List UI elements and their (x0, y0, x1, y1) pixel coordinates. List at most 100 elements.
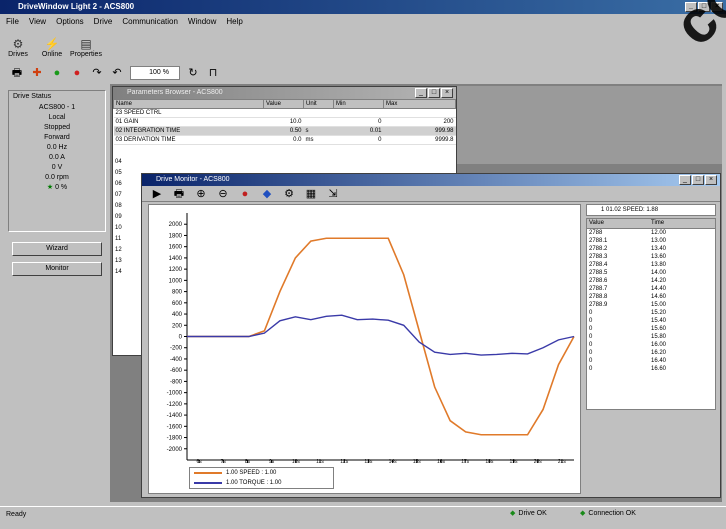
col-name[interactable]: Name (113, 99, 264, 109)
y-tick-label: -800 (170, 379, 183, 385)
y-tick-label: 200 (172, 323, 183, 329)
scale-icon[interactable]: ⇲ (326, 187, 340, 201)
menu-window[interactable]: Window (188, 15, 216, 28)
zoom-out-icon[interactable]: ⊖ (216, 187, 230, 201)
params-minimize-button[interactable]: _ (415, 88, 427, 98)
settings-icon[interactable]: ⚙ (282, 187, 296, 201)
list-time: 14.20 (651, 278, 667, 284)
params-close-button[interactable]: × (441, 88, 453, 98)
col-value[interactable]: Value (263, 99, 304, 109)
list-item[interactable]: 0 15.40 (587, 317, 715, 325)
list-item[interactable]: 2788.4 13.80 (587, 261, 715, 269)
monitor-close-button[interactable]: × (705, 175, 717, 185)
list-item[interactable]: 2788.6 14.20 (587, 277, 715, 285)
params-maximize-button[interactable]: □ (428, 88, 440, 98)
monitor-maximize-button[interactable]: □ (692, 175, 704, 185)
list-item[interactable]: 2788.9 15.00 (587, 301, 715, 309)
list-item[interactable]: 0 15.80 (587, 333, 715, 341)
list-value: 2788.4 (589, 262, 608, 268)
frequency: 0.0 Hz (46, 144, 68, 151)
grid-icon[interactable]: ▦ (304, 187, 318, 201)
table-row[interactable]: 01 GAIN 10.0 0 200 (113, 117, 456, 127)
direction: Forward (44, 134, 70, 141)
zoom-in-icon[interactable]: ⊕ (194, 187, 208, 201)
monitor-button[interactable]: Monitor (12, 262, 102, 276)
wizard-button[interactable]: Wizard (12, 242, 102, 256)
col-min[interactable]: Min (333, 99, 384, 109)
list-item[interactable]: 0 16.40 (587, 357, 715, 365)
local-icon[interactable]: ✚ (30, 66, 44, 80)
param-code: 05 (115, 170, 122, 176)
run-state: Stopped (43, 124, 71, 131)
y-tick-label: 1800 (169, 233, 183, 239)
pulse-icon[interactable]: ⊓ (206, 66, 220, 80)
col-value-header[interactable]: Value (587, 219, 647, 228)
channel-select[interactable]: 1 01.02 SPEED: 1.88 (586, 204, 716, 216)
minimize-button[interactable]: _ (685, 2, 697, 12)
voltage: 0 V (51, 164, 63, 171)
drive-status-title: Drive Status (13, 93, 52, 100)
list-item[interactable]: 2788.5 14.00 (587, 269, 715, 277)
menu-bar: File View Options Drive Communication Wi… (0, 15, 726, 28)
list-item[interactable]: 2788.8 14.60 (587, 293, 715, 301)
star-icon: ★ (46, 184, 56, 191)
menu-file[interactable]: File (6, 15, 19, 28)
y-tick-label: -1600 (167, 424, 183, 430)
params-title: Parameters Browser - ACS800 (127, 89, 223, 96)
start-icon[interactable]: ● (50, 66, 64, 80)
drive-control-toolbar: 🖶 ✚ ● ● ↷ ↶ 100 % ↻ ⊓ (10, 64, 220, 82)
reference-stepper[interactable]: 100 % (130, 66, 180, 80)
list-item[interactable]: 0 15.20 (587, 309, 715, 317)
list-item[interactable]: 0 16.60 (587, 365, 715, 373)
torque-value: 0 % (55, 184, 68, 191)
chart-svg: 2000180016001400120010008006004002000-20… (167, 213, 575, 465)
online-button[interactable]: ⚡ Online (38, 30, 66, 58)
table-row[interactable]: 03 DERIVATION TIME 0.0 ms 0 9999.8 (113, 135, 456, 145)
menu-drive[interactable]: Drive (94, 15, 113, 28)
legend-item-torque: 1.00 TORQUE : 1.00 (190, 478, 333, 488)
channel-icon[interactable]: ◆ (260, 187, 274, 201)
menu-communication[interactable]: Communication (122, 15, 178, 28)
param-max: 9999.8 (383, 135, 456, 145)
drives-button[interactable]: ⚙ Drives (4, 30, 32, 58)
x-tick-label: 17s (461, 459, 470, 465)
table-row-selected[interactable]: 02 INTEGRATION TIME 0.50 s 0.01 999.98 (113, 126, 456, 136)
x-tick-label: 9s (269, 459, 275, 465)
refresh-icon[interactable]: ↻ (186, 66, 200, 80)
col-time-header[interactable]: Time (647, 219, 697, 228)
list-item[interactable]: 0 16.00 (587, 341, 715, 349)
open-icon[interactable]: ▶ (150, 187, 164, 201)
y-tick-label: 1400 (169, 256, 183, 262)
col-unit[interactable]: Unit (303, 99, 334, 109)
x-tick-label: 21s (558, 459, 567, 465)
list-item[interactable]: 0 16.20 (587, 349, 715, 357)
stop-icon[interactable]: ● (70, 66, 84, 80)
print-icon[interactable]: 🖶 (10, 66, 24, 80)
print-icon[interactable]: 🖶 (172, 187, 186, 201)
table-row[interactable]: 23 SPEED CTRL (113, 108, 456, 118)
menu-help[interactable]: Help (226, 15, 242, 28)
stop-record-icon[interactable]: ● (238, 187, 252, 201)
list-item[interactable]: 2788.1 13.00 (587, 237, 715, 245)
monitor-minimize-button[interactable]: _ (679, 175, 691, 185)
list-item[interactable]: 2788 12.00 (587, 229, 715, 237)
list-item[interactable]: 2788.2 13.40 (587, 245, 715, 253)
values-list[interactable]: Value Time 2788 12.00 2788.1 13.00 2788.2 13.… (586, 218, 716, 410)
list-time: 15.00 (651, 302, 667, 308)
list-item[interactable]: 2788.7 14.40 (587, 285, 715, 293)
close-button[interactable]: × (711, 2, 723, 12)
reverse-icon[interactable]: ↶ (110, 66, 124, 80)
col-max[interactable]: Max (383, 99, 456, 109)
param-name: 03 DERIVATION TIME (113, 135, 264, 145)
properties-button[interactable]: ▤ Properties (70, 30, 102, 58)
maximize-button[interactable]: □ (698, 2, 710, 12)
forward-icon[interactable]: ↷ (90, 66, 104, 80)
menu-options[interactable]: Options (56, 15, 84, 28)
list-item[interactable]: 2788.3 13.60 (587, 253, 715, 261)
list-item[interactable]: 0 15.60 (587, 325, 715, 333)
menu-view[interactable]: View (29, 15, 46, 28)
monitor-chart[interactable]: 2000 1800 1600 1400 1200 1000 800 600 400 200 0 -20… (148, 204, 581, 494)
drive-name[interactable]: ACS800 - 1 (39, 103, 75, 113)
values-list-header: Value Time (587, 219, 715, 229)
legend-label-speed: 1.00 SPEED : 1.00 (226, 470, 277, 476)
